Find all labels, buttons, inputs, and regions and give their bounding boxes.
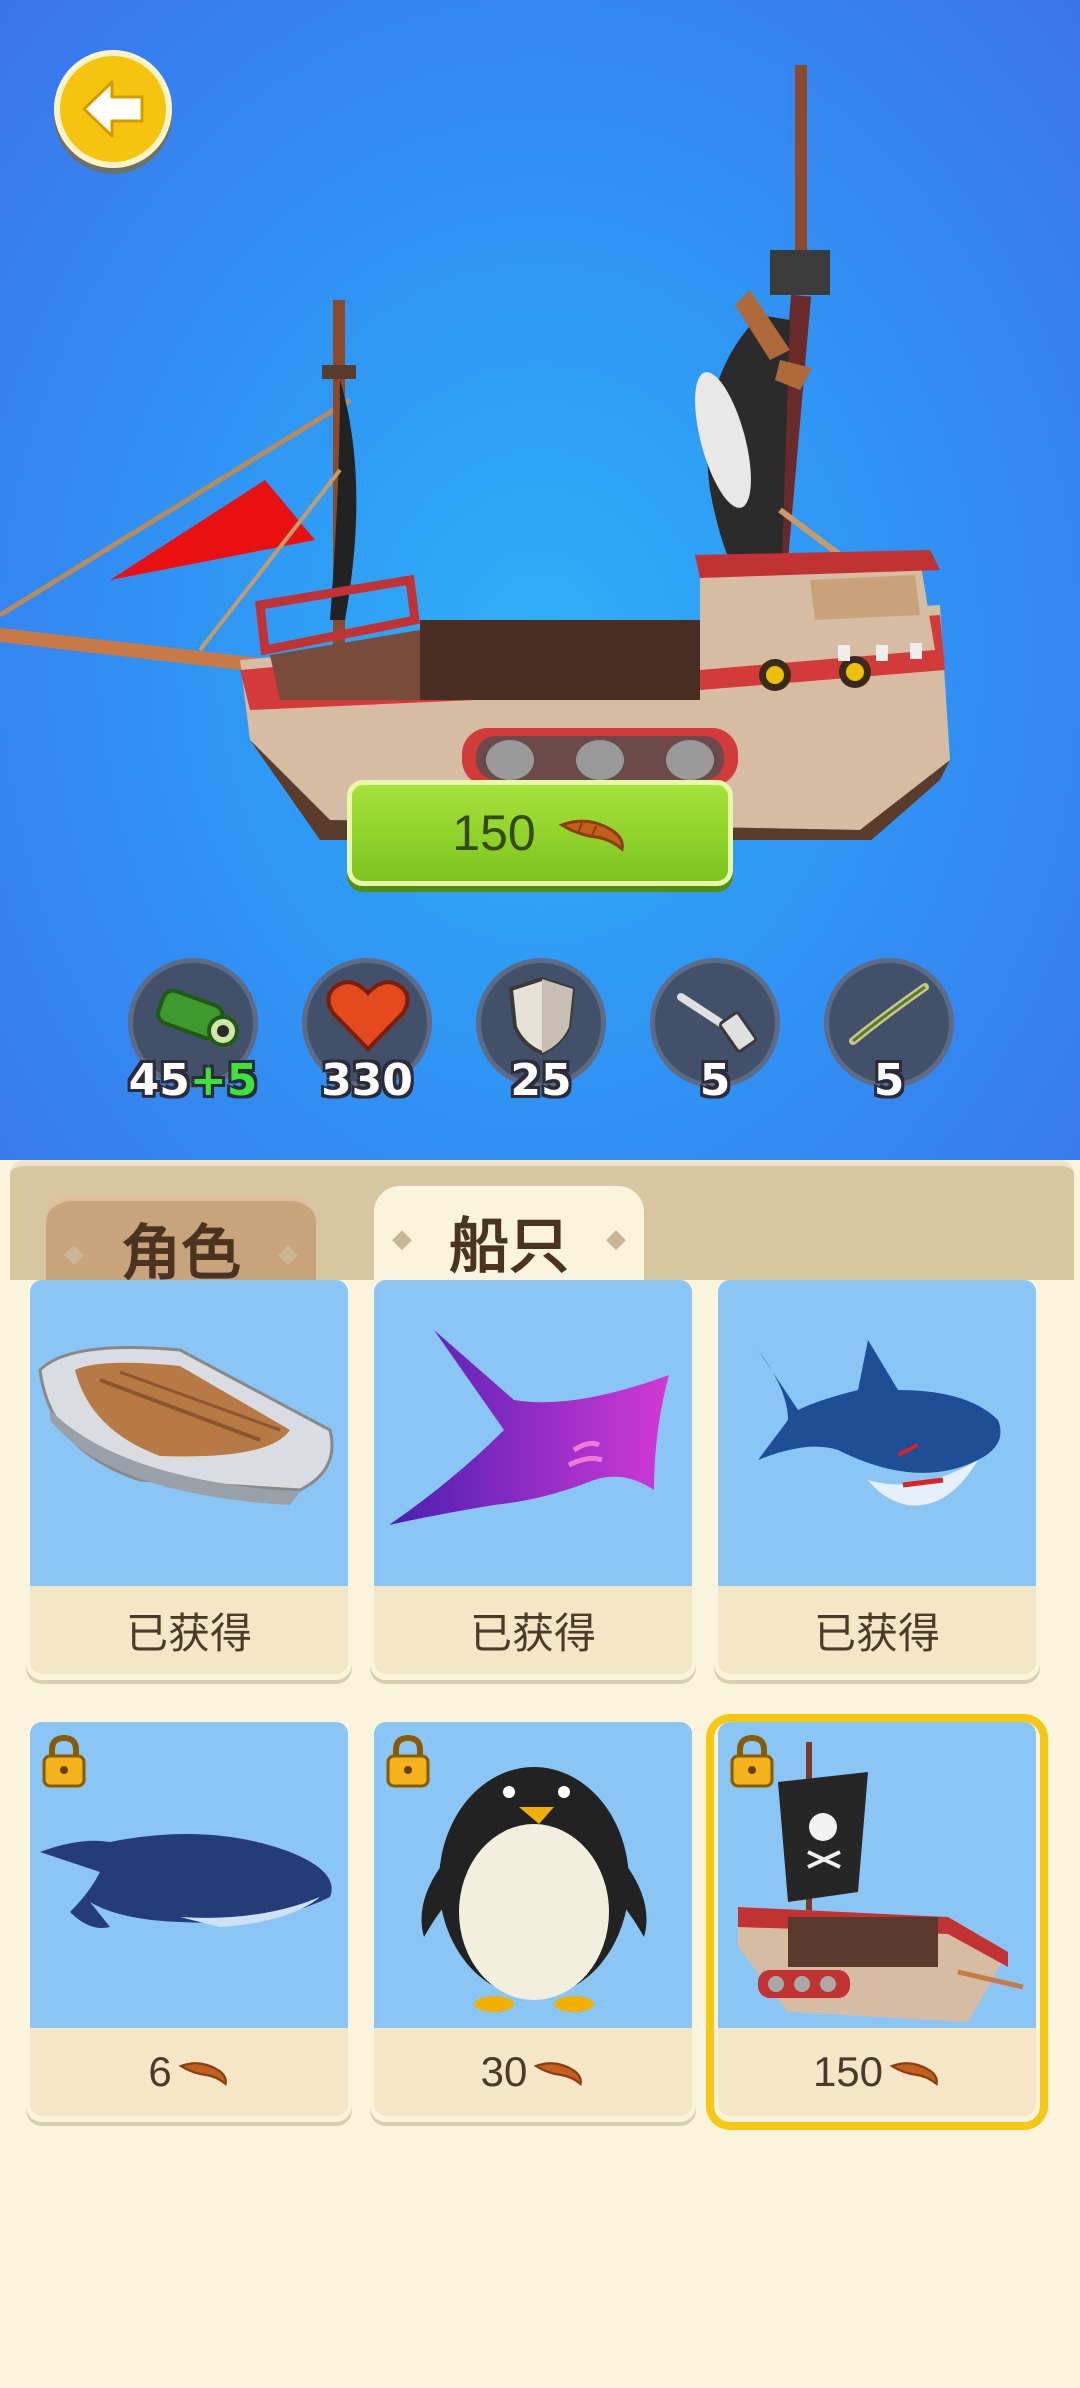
stat-hammer: 5 — [650, 958, 780, 1106]
hammer-icon — [677, 993, 758, 1053]
lock-icon — [386, 1734, 430, 1788]
buy-button[interactable]: 150 — [347, 780, 733, 886]
item-price: 6 — [148, 2048, 172, 2095]
buy-price: 150 — [452, 805, 536, 861]
manta-ray-image — [389, 1330, 669, 1525]
stat-fishing-value: 5 — [873, 1055, 905, 1106]
item-card-whale[interactable]: 6 — [26, 1722, 352, 2122]
item-status: 已获得 — [469, 1609, 596, 1657]
item-card-pirate-ship[interactable]: 150 — [714, 1722, 1040, 2122]
shield-icon — [508, 976, 576, 1055]
tab-ship-label: 船只 — [449, 1211, 569, 1282]
lock-icon — [42, 1734, 86, 1788]
item-card-penguin[interactable]: 30 — [370, 1722, 696, 2122]
stat-armor-value: 25 — [510, 1055, 572, 1106]
worm-icon — [889, 2062, 938, 2086]
item-card-manta-ray[interactable]: 已获得 — [370, 1280, 696, 1680]
worm-icon — [558, 819, 624, 852]
tab-bar: ◆ 角色 ◆ ◆ 船只 ◆ — [10, 1160, 1074, 1296]
cannon-icon — [156, 988, 239, 1047]
stat-armor: 25 — [476, 958, 606, 1106]
item-status: 已获得 — [125, 1609, 252, 1657]
stat-cannon-value: 45 — [128, 1055, 190, 1106]
ship-preview: 150 45+5 330 25 5 5 — [0, 0, 1080, 1190]
shark-image — [758, 1340, 1001, 1506]
pirate-ship-model — [0, 65, 950, 840]
speedboat-image — [38, 1346, 334, 1505]
stat-cannon: 45+5 — [128, 958, 258, 1106]
stat-cannon-bonus: +5 — [189, 1055, 258, 1106]
lock-icon — [730, 1734, 774, 1788]
tab-character-label: 角色 — [121, 1219, 241, 1289]
item-card-speedboat[interactable]: 已获得 — [26, 1280, 352, 1680]
worm-icon — [178, 2062, 227, 2086]
stat-fishing: 5 — [824, 958, 954, 1106]
heart-icon — [326, 980, 410, 1052]
stat-health-value: 330 — [321, 1055, 413, 1106]
stat-health: 330 — [302, 958, 432, 1106]
item-status: 已获得 — [813, 1609, 940, 1657]
item-price: 30 — [480, 2048, 528, 2095]
worm-icon — [533, 2062, 583, 2086]
shop-panel: ◆ 角色 ◆ ◆ 船只 ◆ 已获得 已获得 已获得 6 30 150 — [0, 1160, 1080, 2388]
stat-hammer-value: 5 — [699, 1055, 731, 1106]
item-card-shark[interactable]: 已获得 — [714, 1280, 1040, 1680]
item-price: 150 — [812, 2048, 884, 2095]
fishing-rod-icon — [849, 983, 929, 1045]
ship-stats: 45+5 330 25 5 5 — [0, 958, 1080, 1108]
